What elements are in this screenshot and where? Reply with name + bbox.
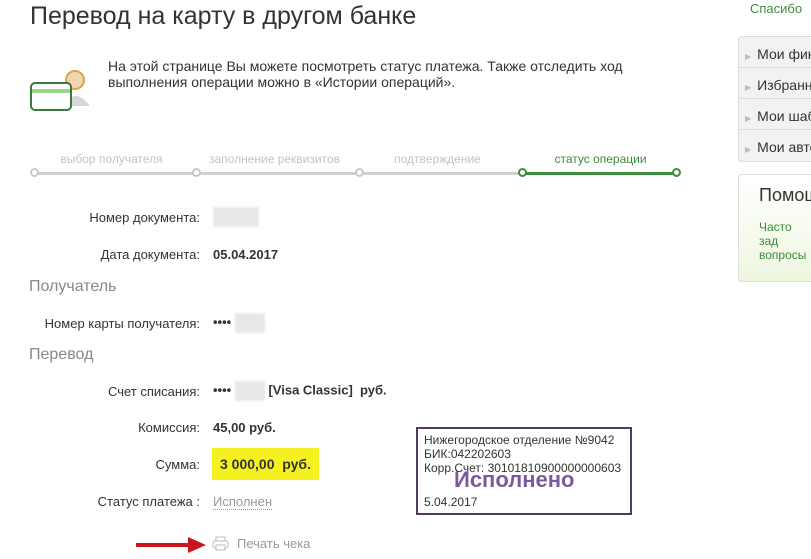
status-label: Статус платежа : [97,494,200,509]
fee: 45,00 руб. [213,420,276,435]
doc-number-hidden [213,207,259,227]
print-receipt-link[interactable]: Печать чека [212,536,310,551]
recipient-section: Получатель [29,278,117,295]
sidebar-top-link[interactable]: Спасибо [750,1,802,16]
sidebar-menu: ▶Мои фин ▶Избранн ▶Мои шаб ▶Мои авто [738,36,811,162]
triangle-right-icon: ▶ [745,52,752,61]
sidebar-item[interactable]: ▶Мои авто [739,130,811,161]
help-title: Помощ [759,185,811,205]
step-dot [355,168,364,177]
step-dot [672,168,681,177]
red-arrow [136,536,206,559]
sidebar-item[interactable]: ▶ Мои фин [739,37,811,68]
fee-label: Комиссия: [138,420,200,435]
doc-date: 05.04.2017 [213,247,279,262]
doc-number-label: Номер документа: [89,210,200,225]
intro-text: На этой странице Вы можете посмотреть ст… [108,58,623,90]
account-label: Счет списания: [107,384,200,399]
step-1: выбор получателя [60,152,163,166]
step-4: статус операции [554,152,647,166]
card-label: Номер карты получателя: [44,316,200,331]
card-user-icon [28,66,104,114]
doc-date-label: Дата документа: [100,247,200,262]
card-hidden [234,313,265,333]
card-mask: •••• [213,314,232,330]
triangle-right-icon: ▶ [745,145,752,154]
step-2: заполнение реквизитов [208,152,340,166]
step-dot [30,168,39,177]
status-value[interactable]: Исполнен [213,494,273,510]
step-3: подтверждение [394,152,481,166]
page-title: Перевод на карту в другом банке [30,2,417,30]
step-dot [192,168,201,177]
stamp-line: Нижегородское отделение №9042 [424,433,615,447]
sidebar-item[interactable]: ▶ Избранн [739,68,811,99]
sidebar-item[interactable]: ▶ Мои шаб [739,99,811,130]
amount-label: Сумма: [155,457,200,472]
triangle-right-icon: ▶ [745,83,752,92]
stamp-line: БИК:042202603 [424,447,511,461]
stamp-date: 5.04.2017 [424,495,478,509]
stamp-status: Исполнено [454,467,575,492]
account-hidden [234,381,265,401]
account-currency: руб. [360,382,387,398]
bank-stamp: Нижегородское отделение №9042 БИК:042202… [416,427,632,515]
print-label: Печать чека [237,536,311,551]
progress-track [34,172,523,175]
printer-icon [212,536,229,551]
progress-steps: выбор получателя заполнение реквизитов п… [30,148,682,178]
progress-active [523,172,676,175]
amount: 3 000,00 руб. [212,448,319,480]
transfer-section: Перевод [29,346,94,363]
help-panel: Помощ Часто зад вопросы [738,174,811,282]
help-link[interactable]: Часто зад вопросы [759,220,809,262]
triangle-right-icon: ▶ [745,114,752,123]
step-dot [518,168,527,177]
account-mask: •••• [213,382,232,398]
account-type: [Visa Classic] [268,382,353,398]
